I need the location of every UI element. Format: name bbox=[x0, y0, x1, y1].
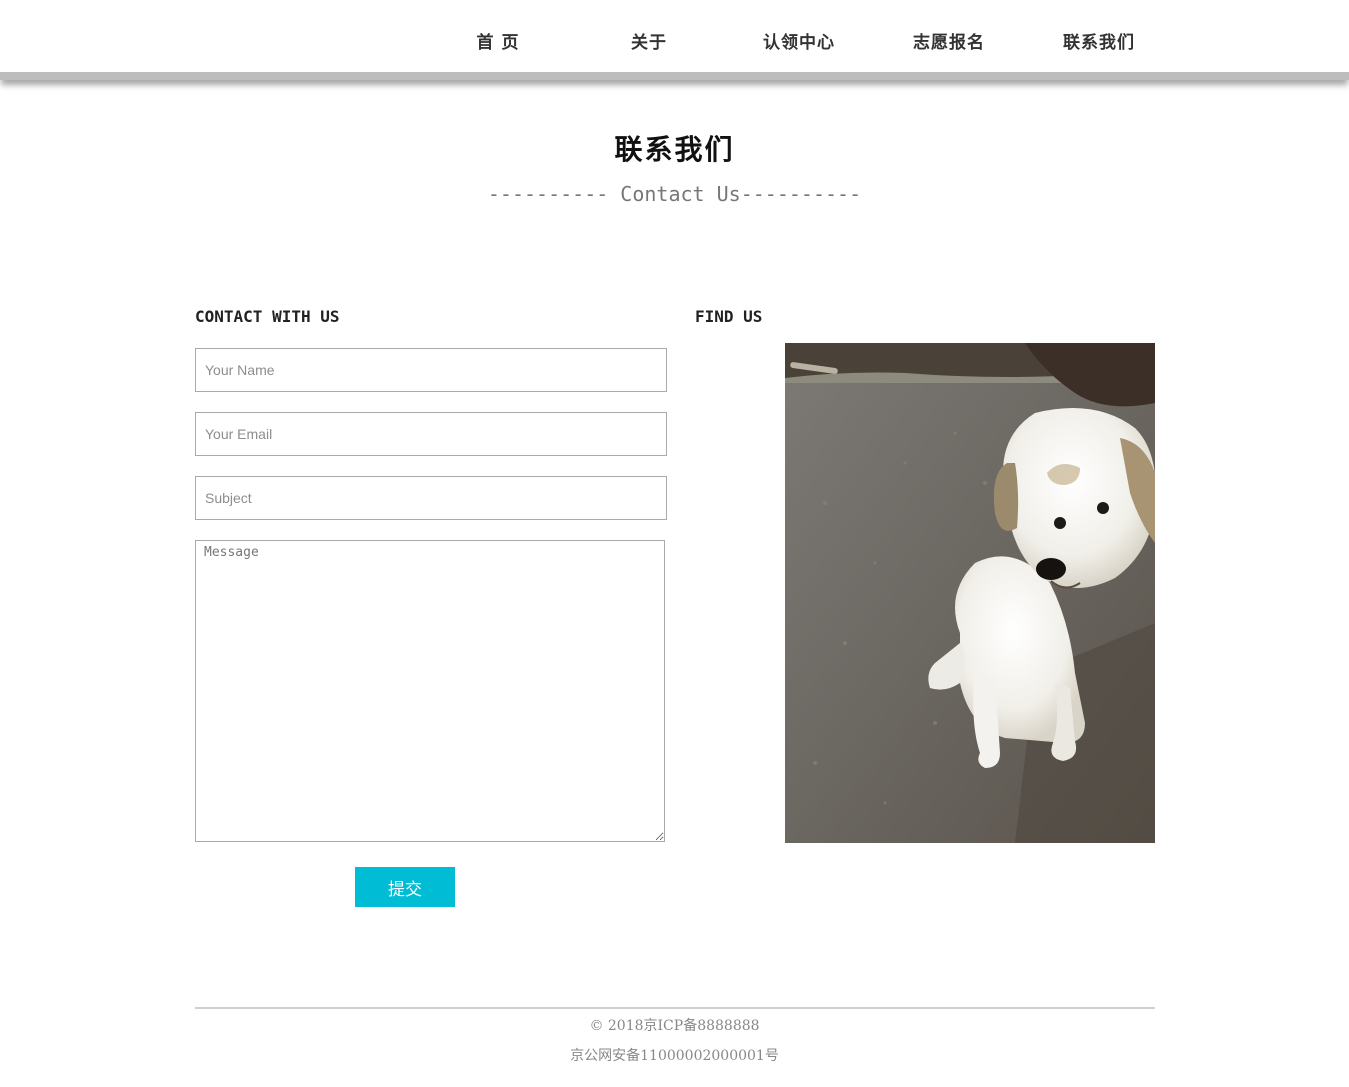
top-navbar: 首 页 关于 认领中心 志愿报名 联系我们 bbox=[0, 0, 1349, 80]
email-input[interactable] bbox=[195, 412, 667, 456]
dog-photo-illustration bbox=[785, 343, 1155, 843]
footer-copyright: © 2018京ICP备8888888 bbox=[589, 1018, 760, 1034]
message-textarea[interactable] bbox=[195, 540, 665, 842]
nav-item-home[interactable]: 首 页 bbox=[438, 28, 558, 53]
name-input[interactable] bbox=[195, 348, 667, 392]
nav-item-contact[interactable]: 联系我们 bbox=[1039, 28, 1159, 53]
footer-divider bbox=[195, 1007, 1155, 1009]
footer-record-number: 京公网安备11000002000001号 bbox=[570, 1048, 779, 1064]
page-title: 联系我们 bbox=[614, 133, 735, 166]
subject-input[interactable] bbox=[195, 476, 667, 520]
contact-heading: CONTACT WITH US bbox=[195, 307, 340, 326]
page-subtitle: ---------- Contact Us---------- bbox=[487, 182, 862, 206]
submit-button[interactable]: 提交 bbox=[355, 867, 455, 907]
nav-item-about[interactable]: 关于 bbox=[589, 28, 709, 53]
find-us-heading: FIND US bbox=[695, 307, 763, 326]
nav-item-volunteer-signup[interactable]: 志愿报名 bbox=[889, 28, 1009, 53]
nav-item-adoption-center[interactable]: 认领中心 bbox=[739, 28, 859, 53]
dog-photo bbox=[785, 343, 1155, 843]
